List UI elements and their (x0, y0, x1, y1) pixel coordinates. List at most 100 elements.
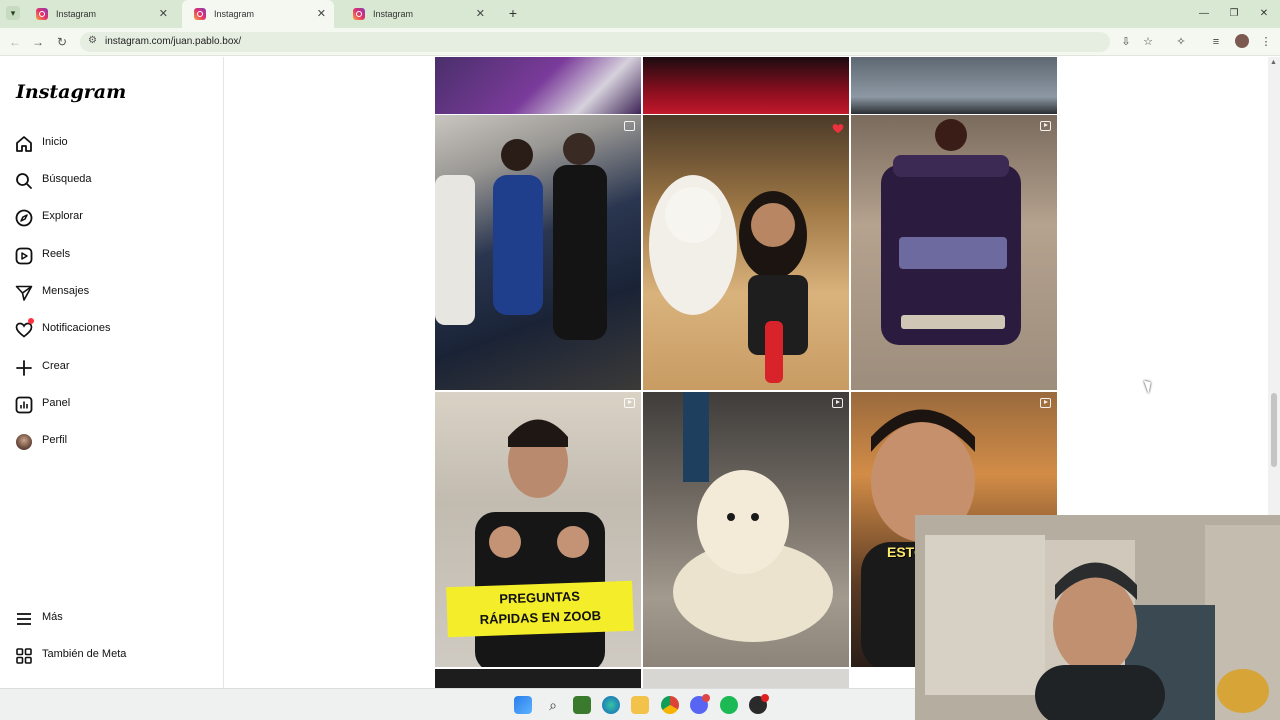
reel-icon (1040, 398, 1051, 408)
post-thumbnail-boxing-ring[interactable] (435, 57, 641, 114)
sidebar-item-explorar[interactable]: Explorar (15, 206, 215, 230)
sidebar-item-mas[interactable]: Más (15, 607, 215, 631)
liked-heart-icon (832, 121, 844, 134)
instagram-favicon-icon (194, 8, 206, 20)
sidebar-item-notificaciones[interactable]: Notificaciones (15, 318, 215, 342)
post-thumbnail-whey-protein[interactable] (851, 115, 1057, 390)
tab-title: Instagram (214, 9, 255, 19)
reel-icon (624, 398, 635, 408)
reel-icon (832, 398, 843, 408)
sidebar-item-label: Perfil (42, 434, 68, 446)
site-info-icon[interactable]: ⚙ (88, 35, 97, 46)
tab-title: Instagram (56, 9, 97, 19)
new-tab-button[interactable]: + (506, 0, 520, 28)
sidebar-item-label: Crear (42, 360, 70, 372)
sidebar-item-label: Inicio (42, 136, 68, 148)
boxers-illustration (435, 133, 607, 340)
samoyed-illustration (673, 392, 833, 642)
sidebar-item-label: Más (42, 611, 63, 623)
tab-instagram-2[interactable]: Instagram ✕ (182, 0, 334, 28)
carousel-icon (624, 121, 635, 131)
instagram-favicon-icon (353, 8, 365, 20)
chart-icon (15, 396, 33, 414)
reels-icon (15, 247, 33, 265)
notification-dot (28, 318, 34, 324)
post-thumbnail-samoyed-dog[interactable] (643, 392, 849, 667)
close-tab-icon[interactable]: ✕ (476, 0, 485, 28)
spotify-app-icon[interactable] (720, 696, 738, 714)
close-tab-icon[interactable]: ✕ (159, 0, 168, 28)
tab-instagram-1[interactable]: Instagram ✕ (24, 0, 176, 28)
menu-icon (15, 610, 33, 628)
minecraft-app-icon[interactable] (573, 696, 591, 714)
post-thumbnail-next-2[interactable] (643, 669, 849, 688)
post-thumbnail-red-screen[interactable] (643, 57, 849, 114)
file-explorer-icon[interactable] (631, 696, 649, 714)
post-thumbnail-thumbs-up[interactable]: PREGUNTAS RÁPIDAS EN ZOOB (435, 392, 641, 667)
forward-icon[interactable]: → (29, 33, 47, 51)
windows-taskbar: ⌕ (0, 688, 915, 720)
scroll-up-icon[interactable]: ▲ (1270, 59, 1277, 66)
post-thumbnail-event-floor[interactable] (851, 57, 1057, 114)
url-text[interactable]: instagram.com/juan.pablo.box/ (105, 32, 241, 52)
install-app-icon[interactable]: ⇩ (1118, 34, 1134, 50)
home-icon (15, 135, 33, 153)
address-bar[interactable]: ⚙ instagram.com/juan.pablo.box/ (80, 32, 1110, 52)
edge-browser-icon[interactable] (602, 696, 620, 714)
reload-icon[interactable]: ↻ (53, 33, 71, 51)
reel-icon (1040, 121, 1051, 131)
sidebar-item-busqueda[interactable]: Búsqueda (15, 169, 215, 193)
instagram-favicon-icon (36, 8, 48, 20)
media-control-icon[interactable]: ≡ (1208, 34, 1224, 50)
avatar (16, 434, 32, 450)
sidebar-item-label: Notificaciones (42, 322, 111, 334)
minimize-button[interactable]: — (1189, 0, 1219, 28)
back-icon[interactable]: ← (6, 33, 24, 51)
sidebar-item-crear[interactable]: Crear (15, 356, 215, 380)
sidebar-item-panel[interactable]: Panel (15, 393, 215, 417)
app-notification-badge (761, 694, 769, 702)
close-window-button[interactable]: ✕ (1249, 0, 1279, 28)
meta-icon (15, 647, 33, 665)
post-thumbnail-woman-with-dog[interactable] (643, 115, 849, 390)
sidebar-item-label: Explorar (42, 210, 83, 222)
sidebar-item-label: Búsqueda (42, 173, 92, 185)
discord-badge (702, 694, 710, 702)
tab-instagram-3[interactable]: Instagram ✕ (341, 0, 493, 28)
caption-line-2: RÁPIDAS EN ZOOB (479, 607, 602, 628)
browser-profile-avatar[interactable] (1235, 34, 1249, 48)
chrome-browser-icon[interactable] (661, 696, 679, 714)
browser-menu-icon[interactable]: ⋮ (1258, 34, 1274, 50)
search-icon (15, 172, 33, 190)
send-icon (15, 284, 33, 302)
browser-tab-strip: ▾ Instagram ✕ Instagram ✕ Instagram ✕ + … (0, 0, 1280, 28)
sidebar-item-mensajes[interactable]: Mensajes (15, 281, 215, 305)
start-button-icon[interactable] (514, 696, 532, 714)
sidebar-item-label: También de Meta (42, 648, 127, 660)
tab-title: Instagram (373, 9, 414, 19)
caption-line-1: PREGUNTAS (499, 588, 581, 607)
woman-dog-illustration (649, 175, 808, 383)
sidebar-item-reels[interactable]: Reels (15, 244, 215, 268)
sidebar-item-label: Reels (42, 248, 71, 260)
protein-tub-illustration (881, 119, 1021, 345)
taskbar-search-icon[interactable]: ⌕ (544, 696, 562, 714)
sidebar-item-tambien-de-meta[interactable]: También de Meta (15, 644, 215, 668)
instagram-logo[interactable]: Instagram (16, 81, 126, 103)
close-tab-icon[interactable]: ✕ (317, 0, 326, 28)
extensions-icon[interactable]: ✧ (1173, 34, 1189, 50)
post-thumbnail-next-1[interactable] (435, 669, 641, 688)
webcam-person-illustration (915, 515, 1280, 720)
scrollbar-thumb[interactable] (1271, 393, 1277, 467)
sidebar-item-perfil[interactable]: Perfil (15, 430, 215, 454)
plus-icon (15, 359, 33, 377)
bookmark-star-icon[interactable]: ☆ (1140, 34, 1156, 50)
sidebar-item-label: Mensajes (42, 285, 90, 297)
browser-toolbar: ← → ↻ ⚙ instagram.com/juan.pablo.box/ ⇩ … (0, 28, 1280, 56)
tab-search-icon[interactable]: ▾ (6, 6, 20, 20)
reel-caption-banner: PREGUNTAS RÁPIDAS EN ZOOB (446, 580, 634, 638)
restore-button[interactable]: ❐ (1219, 0, 1249, 28)
webcam-overlay (915, 515, 1280, 720)
sidebar-item-inicio[interactable]: Inicio (15, 132, 215, 156)
post-thumbnail-boxers[interactable] (435, 115, 641, 390)
